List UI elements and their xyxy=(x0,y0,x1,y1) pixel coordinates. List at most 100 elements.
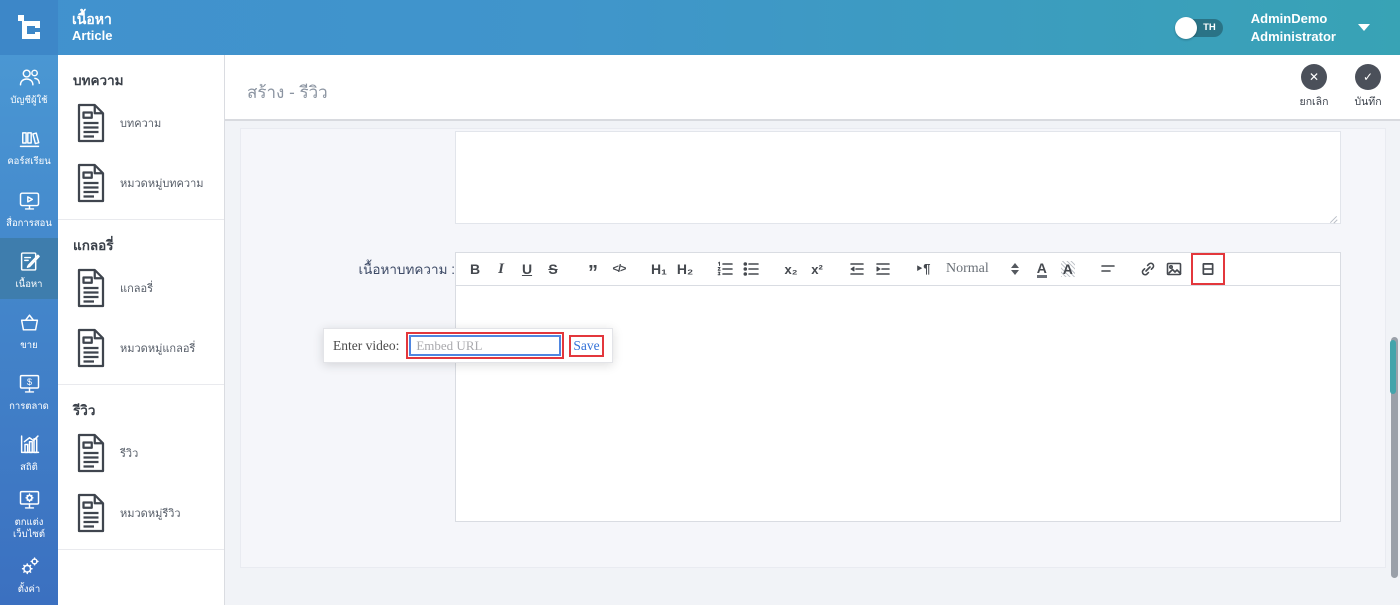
indent-button[interactable] xyxy=(871,257,895,281)
document-icon xyxy=(73,492,109,534)
subscript-button[interactable]: x₂ xyxy=(779,257,803,281)
bullet-list-icon xyxy=(742,260,760,278)
form-card: เนื้อหาบทความ : B I U S ” </> H₁ H₂ x₂ x… xyxy=(240,128,1386,568)
submenu-section-title: รีวิว xyxy=(58,385,224,423)
edit-document-icon xyxy=(16,248,43,275)
ordered-list-button[interactable] xyxy=(713,257,737,281)
toggle-knob[interactable] xyxy=(1175,17,1197,39)
user-menu[interactable]: AdminDemo Administrator xyxy=(1251,10,1336,45)
superscript-button[interactable]: x² xyxy=(805,257,829,281)
cancel-button-label: ยกเลิก xyxy=(1286,93,1342,110)
language-toggle[interactable]: TH xyxy=(1177,19,1223,37)
sidebar-item-label: สื่อการสอน xyxy=(4,218,54,229)
bold-button[interactable]: B xyxy=(463,257,487,281)
sidebar-item-courses[interactable]: คอร์สเรียน xyxy=(0,116,58,177)
header-1-button[interactable]: H₁ xyxy=(647,257,671,281)
text-color-button[interactable]: A xyxy=(1030,257,1054,281)
content-field-label: เนื้อหาบทความ : xyxy=(321,258,455,280)
chevron-down-icon[interactable] xyxy=(1358,24,1370,31)
sidebar-item-label: ขาย xyxy=(18,340,39,351)
strikethrough-button[interactable]: S xyxy=(541,257,565,281)
video-save-link[interactable]: Save xyxy=(573,338,599,353)
submenu-section-title: แกลอรี่ xyxy=(58,220,224,258)
document-icon xyxy=(73,432,109,474)
sidebar-item-media[interactable]: สื่อการสอน xyxy=(0,177,58,238)
page-scrollbar-thumb[interactable] xyxy=(1390,340,1396,394)
submenu-item-label: หมวดหมู่รีวิว xyxy=(120,504,181,522)
sidebar-item-website-design[interactable]: ตกแต่งเว็บไซต์ xyxy=(0,483,58,544)
sort-arrows-icon xyxy=(1011,263,1019,275)
basket-icon xyxy=(16,309,43,336)
embed-url-input[interactable] xyxy=(409,335,561,356)
app-title: เนื้อหา Article xyxy=(72,11,112,45)
excerpt-textarea[interactable] xyxy=(455,131,1341,224)
user-role: Administrator xyxy=(1251,28,1336,46)
sidebar-item-marketing[interactable]: $ การตลาด xyxy=(0,361,58,422)
video-popup-label: Enter video: xyxy=(333,338,399,354)
submenu-item-gallery-category[interactable]: หมวดหมู่แกลอรี่ xyxy=(58,318,224,378)
app-title-en: Article xyxy=(72,28,112,44)
editor-content-area[interactable] xyxy=(455,286,1341,522)
app-logo[interactable] xyxy=(0,0,58,55)
secondary-sidebar: บทความ บทความ หมวดหมู่บทความ แกลอรี่ แกล… xyxy=(58,55,225,605)
sidebar-item-label: สถิติ xyxy=(18,462,40,473)
submenu-item-review-category[interactable]: หมวดหมู่รีวิว xyxy=(58,483,224,543)
sidebar-item-accounts[interactable]: บัญชีผู้ใช้ xyxy=(0,55,58,116)
submenu-item-label: หมวดหมู่แกลอรี่ xyxy=(120,339,195,357)
submenu-item-label: บทความ xyxy=(120,114,161,132)
submenu-item-label: แกลอรี่ xyxy=(120,279,153,297)
submenu-item-article[interactable]: บทความ xyxy=(58,93,224,153)
main-sidebar: บัญชีผู้ใช้ คอร์สเรียน สื่อการสอน เนื้อห… xyxy=(0,55,58,605)
image-button[interactable] xyxy=(1162,257,1186,281)
logo-icon xyxy=(13,12,45,44)
text-color-glyph: A xyxy=(1037,261,1047,278)
blockquote-button[interactable]: ” xyxy=(581,257,605,281)
sidebar-item-settings[interactable]: ตั้งค่า xyxy=(0,544,58,605)
gears-icon xyxy=(16,553,43,580)
library-books-icon xyxy=(16,125,43,152)
user-name: AdminDemo xyxy=(1251,10,1336,28)
svg-text:$: $ xyxy=(26,377,31,387)
video-embed-popup: Enter video: Save xyxy=(323,328,613,363)
link-button[interactable] xyxy=(1136,257,1160,281)
submenu-item-label: รีวิว xyxy=(120,444,138,462)
save-button-label: บันทึก xyxy=(1340,93,1396,110)
align-icon xyxy=(1099,260,1117,278)
sidebar-item-content[interactable]: เนื้อหา xyxy=(0,238,58,299)
text-direction-button[interactable]: ‣¶ xyxy=(911,257,935,281)
bullet-list-button[interactable] xyxy=(739,257,763,281)
image-icon xyxy=(1165,260,1183,278)
save-button[interactable]: ✓ บันทึก xyxy=(1340,64,1396,110)
save-link-annotation: Save xyxy=(569,335,603,357)
indent-icon xyxy=(874,260,892,278)
sidebar-item-stats[interactable]: สถิติ xyxy=(0,422,58,483)
monitor-dollar-icon: $ xyxy=(16,370,43,397)
toggle-language-label: TH xyxy=(1203,22,1216,33)
close-icon[interactable]: ✕ xyxy=(1301,64,1327,90)
highlight-color-glyph: A xyxy=(1061,261,1075,277)
ordered-list-icon xyxy=(716,260,734,278)
outdent-icon xyxy=(848,260,866,278)
header-2-button[interactable]: H₂ xyxy=(673,257,697,281)
submenu-item-article-category[interactable]: หมวดหมู่บทความ xyxy=(58,153,224,213)
sidebar-item-sell[interactable]: ขาย xyxy=(0,299,58,360)
code-block-button[interactable]: </> xyxy=(607,257,631,281)
align-button[interactable] xyxy=(1096,257,1120,281)
users-icon xyxy=(16,64,43,91)
divider xyxy=(58,549,224,550)
cancel-button[interactable]: ✕ ยกเลิก xyxy=(1286,64,1342,110)
video-button[interactable] xyxy=(1196,257,1220,281)
check-icon[interactable]: ✓ xyxy=(1355,64,1381,90)
sidebar-item-label: เนื้อหา xyxy=(13,279,44,290)
submenu-item-gallery[interactable]: แกลอรี่ xyxy=(58,258,224,318)
format-dropdown-value: Normal xyxy=(946,261,989,277)
link-icon xyxy=(1139,260,1157,278)
format-dropdown[interactable]: Normal xyxy=(946,261,1019,277)
underline-button[interactable]: U xyxy=(515,257,539,281)
highlight-color-button[interactable]: A xyxy=(1056,257,1080,281)
document-icon xyxy=(73,162,109,204)
submenu-item-review[interactable]: รีวิว xyxy=(58,423,224,483)
submenu-section-title: บทความ xyxy=(58,55,224,93)
outdent-button[interactable] xyxy=(845,257,869,281)
italic-button[interactable]: I xyxy=(489,257,513,281)
